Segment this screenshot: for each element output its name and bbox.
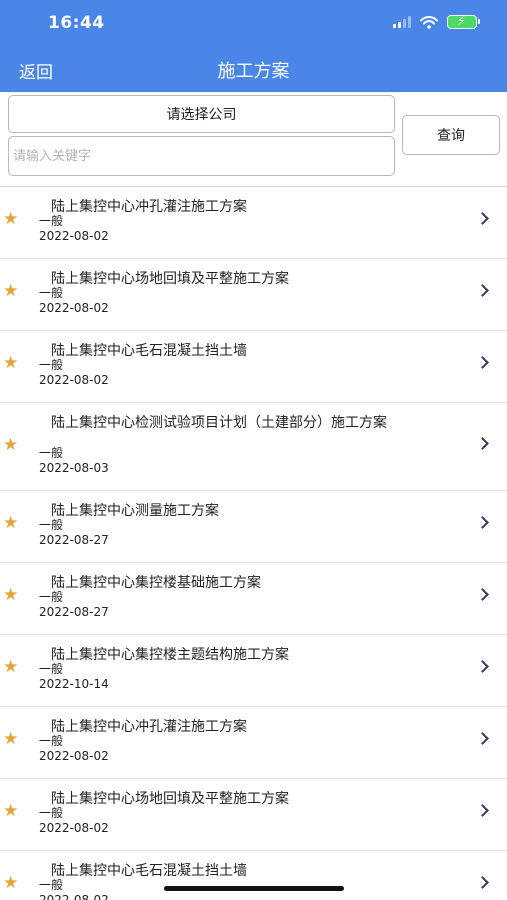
company-select[interactable]: 请选择公司 — [8, 95, 395, 133]
item-title: 陆上集控中心场地回填及平整施工方案 — [51, 791, 289, 807]
list-item[interactable]: ★ 陆上集控中心测量施工方案 一般 2022-08-27 — [0, 491, 507, 563]
chevron-right-icon[interactable] — [476, 588, 489, 601]
item-date: 2022-08-02 — [39, 893, 109, 900]
item-level: 一般 — [39, 214, 64, 228]
star-icon: ★ — [3, 657, 19, 677]
star-icon: ★ — [3, 729, 19, 749]
list-item[interactable]: ★ 陆上集控中心冲孔灌注施工方案 一般 2022-08-02 — [0, 707, 507, 779]
item-level: 一般 — [39, 590, 64, 604]
item-level: 一般 — [39, 358, 64, 372]
chevron-right-icon[interactable] — [476, 516, 489, 529]
star-icon: ★ — [3, 281, 19, 301]
item-title: 陆上集控中心集控楼基础施工方案 — [51, 575, 261, 591]
star-icon: ★ — [3, 513, 19, 533]
chevron-right-icon[interactable] — [476, 284, 489, 297]
item-title: 陆上集控中心冲孔灌注施工方案 — [51, 719, 247, 735]
header-bar: 16:44 ⚡ 返回 施工方案 — [0, 0, 507, 92]
keyword-input[interactable] — [8, 136, 395, 176]
item-title: 陆上集控中心测量施工方案 — [51, 503, 219, 519]
item-level: 一般 — [39, 518, 64, 532]
home-indicator — [164, 886, 344, 891]
item-date: 2022-08-02 — [39, 749, 109, 763]
item-date: 2022-08-03 — [39, 461, 109, 475]
query-button[interactable]: 查询 — [402, 115, 500, 155]
item-title: 陆上集控中心毛石混凝土挡土墙 — [51, 863, 247, 879]
item-date: 2022-08-27 — [39, 533, 109, 547]
item-date: 2022-08-27 — [39, 605, 109, 619]
item-level: 一般 — [39, 878, 64, 892]
item-level: 一般 — [39, 286, 64, 300]
chevron-right-icon[interactable] — [476, 212, 489, 225]
list-item[interactable]: ★ 陆上集控中心检测试验项目计划（土建部分）施工方案 一般 2022-08-03 — [0, 403, 507, 491]
item-date: 2022-08-02 — [39, 229, 109, 243]
chevron-right-icon[interactable] — [476, 356, 489, 369]
battery-charging-icon: ⚡ — [447, 14, 480, 29]
item-title: 陆上集控中心集控楼主题结构施工方案 — [51, 647, 289, 663]
list-item[interactable]: ★ 陆上集控中心毛石混凝土挡土墙 一般 2022-08-02 — [0, 331, 507, 403]
star-icon: ★ — [3, 801, 19, 821]
list-item[interactable]: ★ 陆上集控中心集控楼基础施工方案 一般 2022-08-27 — [0, 563, 507, 635]
star-icon: ★ — [3, 209, 19, 229]
item-level: 一般 — [39, 446, 64, 460]
item-date: 2022-08-02 — [39, 821, 109, 835]
chevron-right-icon[interactable] — [476, 437, 489, 450]
item-level: 一般 — [39, 806, 64, 820]
item-level: 一般 — [39, 734, 64, 748]
item-title: 陆上集控中心检测试验项目计划（土建部分）施工方案 — [51, 415, 387, 431]
status-time: 16:44 — [48, 13, 105, 33]
item-date: 2022-08-02 — [39, 301, 109, 315]
list-item[interactable]: ★ 陆上集控中心场地回填及平整施工方案 一般 2022-08-02 — [0, 779, 507, 851]
star-icon: ★ — [3, 435, 19, 455]
item-date: 2022-08-02 — [39, 373, 109, 387]
star-icon: ★ — [3, 873, 19, 893]
item-title: 陆上集控中心冲孔灌注施工方案 — [51, 199, 247, 215]
page-title: 施工方案 — [217, 61, 290, 82]
chevron-right-icon[interactable] — [476, 732, 489, 745]
wifi-icon — [420, 15, 438, 29]
item-title: 陆上集控中心场地回填及平整施工方案 — [51, 271, 289, 287]
star-icon: ★ — [3, 585, 19, 605]
chevron-right-icon[interactable] — [476, 876, 489, 889]
chevron-right-icon[interactable] — [476, 804, 489, 817]
item-title: 陆上集控中心毛石混凝土挡土墙 — [51, 343, 247, 359]
chevron-right-icon[interactable] — [476, 660, 489, 673]
list-item[interactable]: ★ 陆上集控中心场地回填及平整施工方案 一般 2022-08-02 — [0, 259, 507, 331]
item-level: 一般 — [39, 662, 64, 676]
list-item[interactable]: ★ 陆上集控中心冲孔灌注施工方案 一般 2022-08-02 — [0, 187, 507, 259]
plan-list: ★ 陆上集控中心冲孔灌注施工方案 一般 2022-08-02 ★ 陆上集控中心场… — [0, 187, 507, 900]
list-item[interactable]: ★ 陆上集控中心毛石混凝土挡土墙 一般 2022-08-02 — [0, 851, 507, 900]
status-icons: ⚡ — [393, 14, 480, 29]
signal-icon — [393, 16, 411, 28]
search-panel: 请选择公司 查询 — [0, 92, 507, 187]
star-icon: ★ — [3, 353, 19, 373]
list-item[interactable]: ★ 陆上集控中心集控楼主题结构施工方案 一般 2022-10-14 — [0, 635, 507, 707]
item-date: 2022-10-14 — [39, 677, 109, 691]
